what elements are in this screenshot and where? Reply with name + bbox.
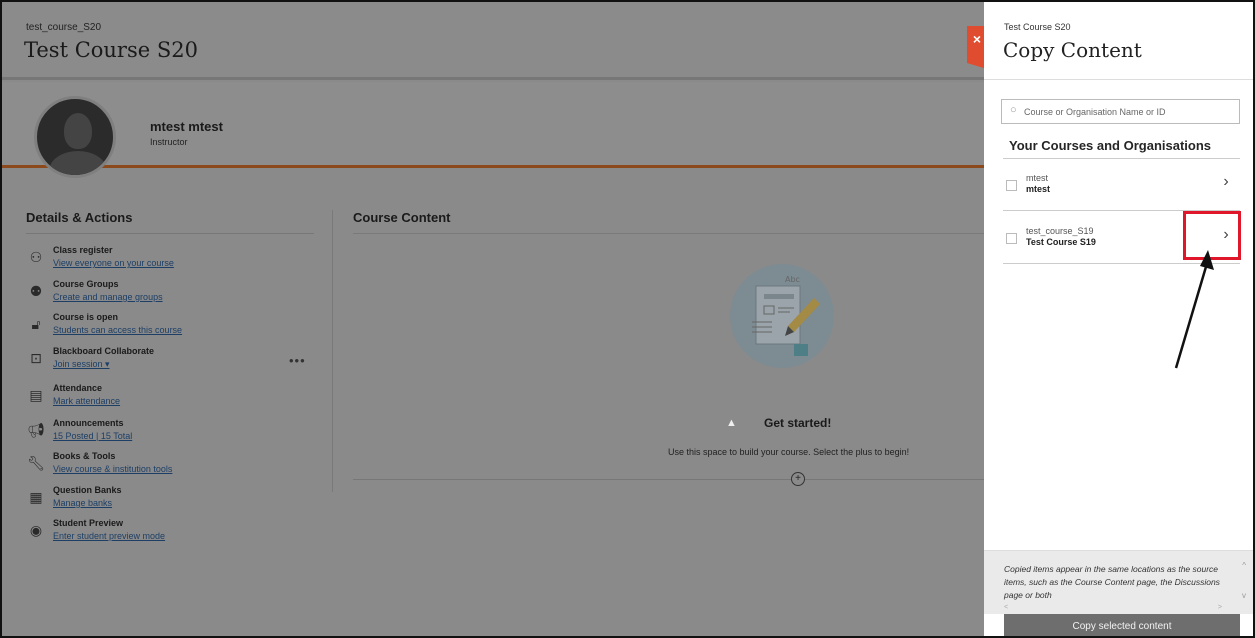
screen: test_course_S20 Test Course S20 mtest mt… — [0, 0, 1255, 638]
action-class-register[interactable]: ⚇ Class register View everyone on your c… — [26, 245, 316, 275]
action-link[interactable]: Manage banks — [53, 498, 112, 508]
action-student-preview[interactable]: ◉ Student Preview Enter student preview … — [26, 518, 316, 548]
scroll-down-icon[interactable]: v — [1242, 591, 1246, 600]
course-item-id: mtest — [1026, 173, 1049, 183]
column-divider — [332, 210, 333, 492]
action-link[interactable]: Join session ▾ — [53, 359, 110, 370]
groups-icon: ⚉ — [29, 283, 43, 299]
get-started-heading: Get started! — [764, 416, 832, 430]
divider — [353, 233, 984, 234]
action-course-groups[interactable]: ⚉ Course Groups Create and manage groups — [26, 279, 316, 309]
action-link[interactable]: View everyone on your course — [53, 258, 174, 268]
panel-title: Copy Content — [1003, 38, 1142, 62]
eye-icon: ◉ — [29, 522, 43, 538]
user-role: Instructor — [150, 137, 188, 147]
course-id: test_course_S20 — [26, 22, 102, 33]
action-link[interactable]: View course & institution tools — [53, 464, 172, 474]
action-link[interactable]: Mark attendance — [53, 396, 120, 406]
action-title: Question Banks — [53, 485, 122, 495]
action-announcements[interactable]: 📢︎ Announcements 15 Posted | 15 Total — [26, 418, 316, 448]
action-title: Announcements — [53, 418, 124, 428]
course-checkbox[interactable] — [1006, 180, 1017, 191]
chevron-right-icon[interactable]: › — [1218, 173, 1234, 191]
action-books-tools[interactable]: 🔧︎ Books & Tools View course & instituti… — [26, 451, 316, 481]
question-banks-icon: ▦ — [29, 489, 43, 505]
action-title: Student Preview — [53, 518, 124, 528]
action-attendance[interactable]: ▤ Attendance Mark attendance — [26, 383, 316, 413]
add-content-line — [353, 479, 984, 480]
mouse-cursor-icon: ▲ — [726, 417, 737, 429]
scroll-up-icon[interactable]: ^ — [1242, 561, 1246, 570]
action-title: Course is open — [53, 312, 119, 322]
collaborate-icon: ⊡ — [30, 350, 42, 366]
get-started-illustration: Abc — [730, 264, 834, 368]
get-started-description: Use this space to build your course. Sel… — [668, 447, 910, 457]
annotation-arrow-icon — [1174, 250, 1214, 369]
action-course-open[interactable]: 🔓︎ Course is open Students can access th… — [26, 312, 316, 342]
search-input[interactable] — [1024, 104, 1234, 119]
details-title: Details & Actions — [26, 210, 133, 225]
action-link[interactable]: 15 Posted | 15 Total — [53, 431, 132, 441]
divider — [26, 233, 314, 234]
attendance-icon: ▤ — [29, 387, 43, 403]
course-list-item-mtest[interactable]: mtest mtest › — [1003, 159, 1240, 211]
footer-note-text: Copied items appear in the same location… — [1004, 564, 1220, 600]
course-checkbox[interactable] — [1006, 233, 1017, 244]
avatar-body-shape — [49, 151, 107, 175]
scroll-left-icon[interactable]: < — [1004, 604, 1008, 611]
user-name: mtest mtest — [150, 119, 223, 134]
course-item-name: mtest — [1026, 184, 1051, 194]
action-title: Class register — [53, 245, 113, 255]
megaphone-icon: 📢︎ — [27, 422, 45, 438]
search-box[interactable]: ○ — [1001, 99, 1240, 124]
copy-selected-content-button[interactable]: Copy selected content — [1004, 614, 1240, 636]
scroll-right-icon[interactable]: > — [1218, 604, 1222, 611]
course-content-title: Course Content — [353, 210, 451, 225]
unlock-icon: 🔓︎ — [31, 316, 41, 332]
course-page-dimmed: test_course_S20 Test Course S20 mtest mt… — [2, 2, 984, 636]
action-title: Books & Tools — [53, 451, 116, 461]
horizontal-scrollbar[interactable]: < > — [1004, 604, 1222, 612]
courses-list-heading: Your Courses and Organisations — [1009, 138, 1212, 153]
action-link[interactable]: Students can access this course — [53, 325, 182, 335]
action-link[interactable]: Enter student preview mode — [53, 531, 165, 541]
course-title: Test Course S20 — [24, 38, 198, 62]
action-title: Attendance — [53, 383, 103, 393]
wrench-icon: 🔧︎ — [27, 455, 45, 471]
course-item-id: test_course_S19 — [1026, 226, 1094, 236]
panel-subtitle: Test Course S20 — [1004, 22, 1071, 32]
course-header: test_course_S20 Test Course S20 — [2, 2, 984, 80]
more-options-button[interactable]: ••• — [289, 353, 306, 368]
add-content-button[interactable]: + — [791, 472, 805, 486]
avatar — [34, 96, 116, 178]
action-question-banks[interactable]: ▦ Question Banks Manage banks — [26, 485, 316, 515]
search-icon: ○ — [1010, 104, 1017, 116]
avatar-head-shape — [64, 113, 92, 149]
panel-header: Test Course S20 Copy Content — [984, 2, 1253, 80]
action-title: Course Groups — [53, 279, 119, 289]
action-title: Blackboard Collaborate — [53, 346, 155, 356]
action-collaborate[interactable]: ⊡ Blackboard Collaborate Join session ▾ — [26, 346, 316, 376]
course-item-name: Test Course S19 — [1026, 237, 1096, 247]
svg-text:Abc: Abc — [785, 275, 800, 284]
action-link[interactable]: Create and manage groups — [53, 292, 163, 302]
class-register-icon: ⚇ — [29, 249, 43, 265]
footer-note: Copied items appear in the same location… — [984, 550, 1253, 614]
